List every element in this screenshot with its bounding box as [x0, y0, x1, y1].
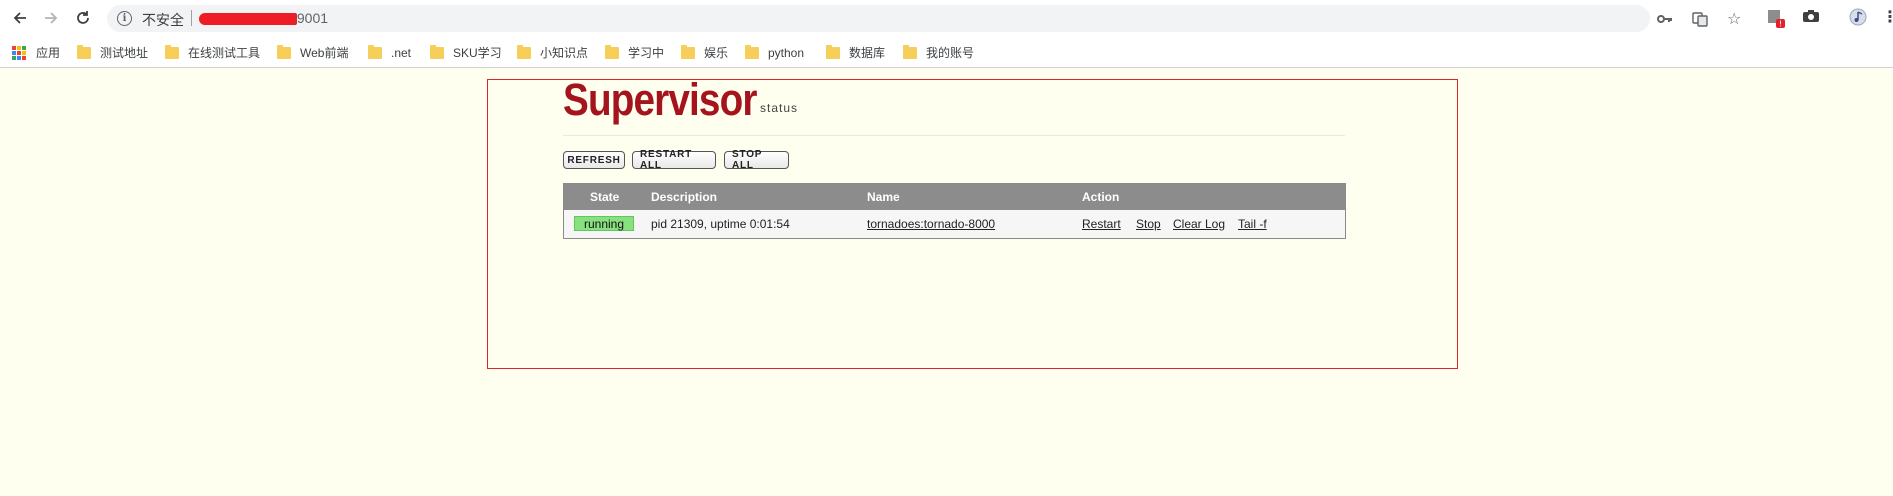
bookmark-folder[interactable]: 学习中 — [605, 44, 664, 61]
bookmark-apps[interactable]: 应用 — [12, 44, 60, 61]
header-name: Name — [867, 190, 900, 204]
supervisor-logo: Supervisor — [563, 74, 757, 125]
folder-icon — [430, 44, 444, 59]
bookmarks-bar: 应用 测试地址 在线测试工具 Web前端 .net SKU学习 小知识点 学习中… — [0, 37, 1893, 68]
bookmark-folder[interactable]: 小知识点 — [517, 44, 588, 61]
header-divider — [563, 135, 1345, 136]
table-header: State Description Name Action — [564, 184, 1345, 210]
bookmark-folder[interactable]: SKU学习 — [430, 44, 502, 61]
svg-text:!: ! — [1779, 20, 1782, 29]
extension-icon[interactable]: ! — [1767, 9, 1787, 32]
key-icon[interactable] — [1657, 12, 1673, 29]
bookmark-label: .net — [391, 45, 412, 60]
bookmark-folder[interactable]: Web前端 — [277, 44, 348, 61]
folder-icon — [826, 44, 840, 59]
bookmark-label: 数据库 — [849, 46, 886, 60]
back-arrow-icon[interactable] — [8, 6, 32, 30]
status-badge: running — [574, 216, 634, 231]
bookmark-folder[interactable]: 在线测试工具 — [165, 44, 260, 61]
folder-icon — [368, 44, 382, 59]
folder-icon — [277, 44, 291, 59]
bookmark-star-icon[interactable]: ☆ — [1727, 9, 1741, 29]
bookmark-folder[interactable]: 娱乐 — [681, 44, 728, 61]
bookmark-folder[interactable]: python — [745, 44, 804, 61]
bookmark-label: 我的账号 — [926, 46, 975, 60]
tail-link[interactable]: Tail -f — [1238, 217, 1267, 231]
header-state: State — [590, 190, 620, 204]
camera-icon[interactable] — [1802, 9, 1820, 26]
refresh-button[interactable]: REFRESH — [563, 151, 625, 169]
process-name-link[interactable]: tornadoes:tornado-8000 — [867, 217, 995, 231]
bookmark-label: 娱乐 — [704, 46, 729, 60]
folder-icon — [903, 44, 917, 59]
bookmark-folder[interactable]: 我的账号 — [903, 44, 974, 61]
bookmark-label: 学习中 — [628, 46, 665, 60]
clear-log-link[interactable]: Clear Log — [1173, 217, 1225, 231]
apps-grid-icon — [12, 45, 26, 60]
folder-icon — [681, 44, 695, 59]
folder-icon — [605, 44, 619, 59]
bookmark-label: SKU学习 — [453, 46, 502, 60]
bookmark-label: 小知识点 — [540, 46, 589, 60]
folder-icon — [517, 44, 531, 59]
process-table: State Description Name Action running pi… — [563, 183, 1346, 239]
bookmark-label: Web前端 — [300, 46, 349, 60]
bookmark-label: 应用 — [36, 46, 61, 60]
browser-toolbar: i 不安全 :9001 ☆ ! ⋮ — [0, 0, 1893, 37]
bookmark-folder[interactable]: .net — [368, 44, 411, 61]
bookmark-label: 测试地址 — [100, 46, 149, 60]
bookmark-label: 在线测试工具 — [188, 46, 261, 60]
folder-icon — [77, 44, 91, 59]
translate-icon[interactable] — [1692, 12, 1708, 30]
url-text[interactable]: :9001 — [293, 10, 328, 26]
address-bar[interactable]: i 不安全 :9001 ☆ — [107, 5, 1741, 32]
logo-subtitle: status — [760, 101, 799, 115]
process-description: pid 21309, uptime 0:01:54 — [651, 217, 790, 231]
forward-arrow-icon[interactable] — [39, 6, 63, 30]
security-label[interactable]: 不安全 — [142, 10, 184, 30]
header-description: Description — [651, 190, 718, 204]
redacted-host — [199, 13, 297, 25]
restart-all-button[interactable]: RESTART ALL — [632, 149, 716, 171]
info-icon[interactable]: i — [117, 11, 132, 26]
profile-avatar-icon[interactable] — [1849, 8, 1867, 29]
stop-all-button[interactable]: STOP ALL — [724, 149, 789, 171]
menu-kebab-icon[interactable]: ⋮ — [1882, 7, 1893, 27]
table-row: running pid 21309, uptime 0:01:54 tornad… — [564, 210, 1345, 238]
separator — [191, 10, 192, 26]
stop-link[interactable]: Stop — [1136, 217, 1161, 231]
bookmark-folder[interactable]: 数据库 — [826, 44, 885, 61]
header-action: Action — [1082, 190, 1120, 204]
folder-icon — [165, 44, 179, 59]
folder-icon — [745, 44, 759, 59]
bookmark-label: python — [768, 45, 805, 60]
bookmark-folder[interactable]: 测试地址 — [77, 44, 148, 61]
reload-icon[interactable] — [71, 6, 95, 30]
restart-link[interactable]: Restart — [1082, 217, 1121, 231]
